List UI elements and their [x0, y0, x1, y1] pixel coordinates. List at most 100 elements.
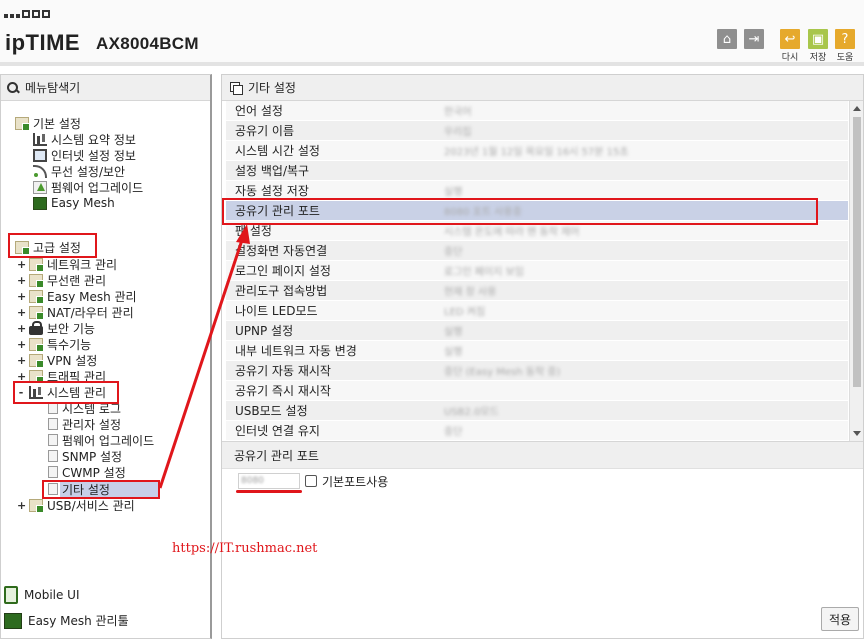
save-label: 저장: [809, 53, 827, 63]
tree-item-label: 관리자 설정: [62, 417, 122, 432]
vertical-scrollbar[interactable]: [849, 101, 863, 441]
mesh-icon: [33, 196, 47, 210]
scroll-up-icon[interactable]: [853, 106, 861, 111]
settings-row[interactable]: USB모드 설정 USB2.0모드: [226, 401, 848, 421]
tree-item-cwmp[interactable]: CWMP 설정: [48, 464, 126, 480]
page-title: 기타 설정: [248, 81, 296, 95]
expand-icon[interactable]: +: [17, 354, 26, 367]
tree-item-wireless[interactable]: 무선 설정/보안: [33, 163, 125, 179]
row-label: 인터넷 연결 유지: [235, 424, 320, 438]
row-value: 시스템 온도에 따라 팬 동작 제어: [444, 227, 580, 238]
expand-icon[interactable]: +: [17, 274, 26, 287]
settings-row[interactable]: 설정 백업/복구: [226, 161, 848, 181]
port-input[interactable]: 8080: [238, 473, 300, 489]
mobile-ui-link[interactable]: Mobile UI: [4, 586, 80, 604]
annotation-box-misc: [42, 480, 160, 499]
tree-item-label: 네트워크 관리: [47, 257, 118, 272]
tree-item-label: 시스템 요약 정보: [51, 132, 136, 147]
tree-item-label: 보안 기능: [47, 321, 95, 336]
folder-icon: [29, 305, 44, 320]
annotation-box-system: [13, 381, 119, 404]
tree-item-special[interactable]: + 특수기능: [17, 336, 91, 352]
annotation-box-mgmt-port: [222, 198, 818, 225]
tree-item-system-summary[interactable]: 시스템 요약 정보: [33, 131, 136, 147]
document-icon: [48, 466, 58, 478]
row-value: 우리집: [444, 127, 472, 138]
expand-icon[interactable]: +: [17, 290, 26, 303]
top-header: ipTIME AX8004BCM ⌂ ⇥ ↩ 다시 ▣ 저장 ? 도움: [0, 0, 864, 66]
tree-item-label: VPN 설정: [47, 353, 98, 368]
settings-row[interactable]: UPNP 설정 실행: [226, 321, 848, 341]
expand-icon[interactable]: +: [17, 322, 26, 335]
settings-row[interactable]: 공유기 자동 재시작 중단 (Easy Mesh 동작 중): [226, 361, 848, 381]
settings-row[interactable]: 인터넷 연결 유지 중단: [226, 421, 848, 441]
watermark-text: https://IT.rushmac.net: [172, 541, 318, 556]
save-icon[interactable]: ▣: [808, 29, 828, 49]
row-value: 실행: [444, 187, 463, 198]
row-label: 로그인 페이지 설정: [235, 264, 331, 278]
tree-item-admin[interactable]: 관리자 설정: [48, 416, 121, 432]
brand-logo: ipTIME: [5, 30, 81, 55]
monitor-icon: [33, 148, 47, 162]
row-value: 중단 (Easy Mesh 동작 중): [444, 367, 561, 378]
settings-row[interactable]: 공유기 이름 우리집: [226, 121, 848, 141]
sub-section-title: 공유기 관리 포트: [222, 441, 863, 469]
tree-item-nat[interactable]: + NAT/라우터 관리: [17, 304, 134, 320]
settings-row[interactable]: 내부 네트워크 자동 변경 실행: [226, 341, 848, 361]
tree-item-snmp[interactable]: SNMP 설정: [48, 448, 122, 464]
settings-row[interactable]: 공유기 즉시 재시작: [226, 381, 848, 401]
help-icon[interactable]: ?: [835, 29, 855, 49]
menu-explorer-header: 메뉴탐색기: [1, 75, 210, 101]
expand-icon[interactable]: +: [17, 499, 26, 512]
tree-item-firmware[interactable]: 펌웨어 업그레이드: [33, 179, 143, 195]
settings-row[interactable]: 설정화면 자동연결 중단: [226, 241, 848, 261]
tree-item-vpn[interactable]: + VPN 설정: [17, 352, 97, 368]
scroll-thumb[interactable]: [853, 117, 861, 387]
default-port-checkbox[interactable]: [305, 475, 317, 487]
expand-icon[interactable]: +: [17, 338, 26, 351]
apply-button[interactable]: 적용: [821, 607, 859, 631]
scroll-down-icon[interactable]: [853, 431, 861, 436]
tree-item-firmware-adv[interactable]: 펌웨어 업그레이드: [48, 432, 154, 448]
lock-icon: [29, 320, 43, 335]
settings-row[interactable]: 로그인 페이지 설정 로그인 페이지 보임: [226, 261, 848, 281]
row-label: 언어 설정: [235, 104, 283, 118]
document-icon: [48, 434, 58, 446]
row-value: LED 켜짐: [444, 307, 486, 318]
logout-icon[interactable]: ⇥: [744, 29, 764, 49]
back-icon[interactable]: ↩: [780, 29, 800, 49]
copy-icon: [230, 81, 243, 95]
main-panel-header: 기타 설정: [222, 75, 863, 101]
expand-icon[interactable]: +: [17, 306, 26, 319]
row-label: 자동 설정 저장: [235, 184, 309, 198]
row-value: 중단: [444, 427, 463, 438]
row-value: 실행: [444, 327, 463, 338]
tree-item-label: 특수기능: [47, 337, 92, 352]
settings-row[interactable]: 언어 설정 한국어: [226, 101, 848, 121]
tree-item-easymesh[interactable]: Easy Mesh: [33, 195, 115, 211]
settings-row[interactable]: 관리도구 접속방법 현재 창 사용: [226, 281, 848, 301]
row-label: UPNP 설정: [235, 324, 294, 338]
folder-icon: [29, 257, 44, 272]
settings-row[interactable]: 시스템 시간 설정 2023년 1월 12일 목요일 16시 57분 15초: [226, 141, 848, 161]
annotation-box-advanced: [8, 233, 97, 258]
row-label: 설정 백업/복구: [235, 164, 310, 178]
tree-item-wlan[interactable]: + 무선랜 관리: [17, 272, 106, 288]
tree-item-network[interactable]: + 네트워크 관리: [17, 256, 117, 272]
folder-icon: [29, 273, 44, 288]
usb-icon: [29, 498, 44, 513]
easymesh-tool-link[interactable]: Easy Mesh 관리툴: [4, 612, 129, 629]
settings-row[interactable]: 나이트 LED모드 LED 켜짐: [226, 301, 848, 321]
document-icon: [48, 450, 58, 462]
tree-group-basic[interactable]: 기본 설정: [15, 115, 81, 131]
row-value: 중단: [444, 247, 463, 258]
tree-item-easymesh-mgmt[interactable]: + Easy Mesh 관리: [17, 288, 137, 304]
expand-icon[interactable]: +: [17, 258, 26, 271]
tree-item-internet-info[interactable]: 인터넷 설정 정보: [33, 147, 136, 163]
tree-item-security[interactable]: + 보안 기능: [17, 320, 95, 336]
row-label: 공유기 자동 재시작: [235, 364, 331, 378]
home-icon[interactable]: ⌂: [717, 29, 737, 49]
tree-item-usb[interactable]: + USB/서비스 관리: [17, 497, 135, 513]
row-value: 로그인 페이지 보임: [444, 267, 524, 278]
phone-icon: [4, 586, 18, 604]
